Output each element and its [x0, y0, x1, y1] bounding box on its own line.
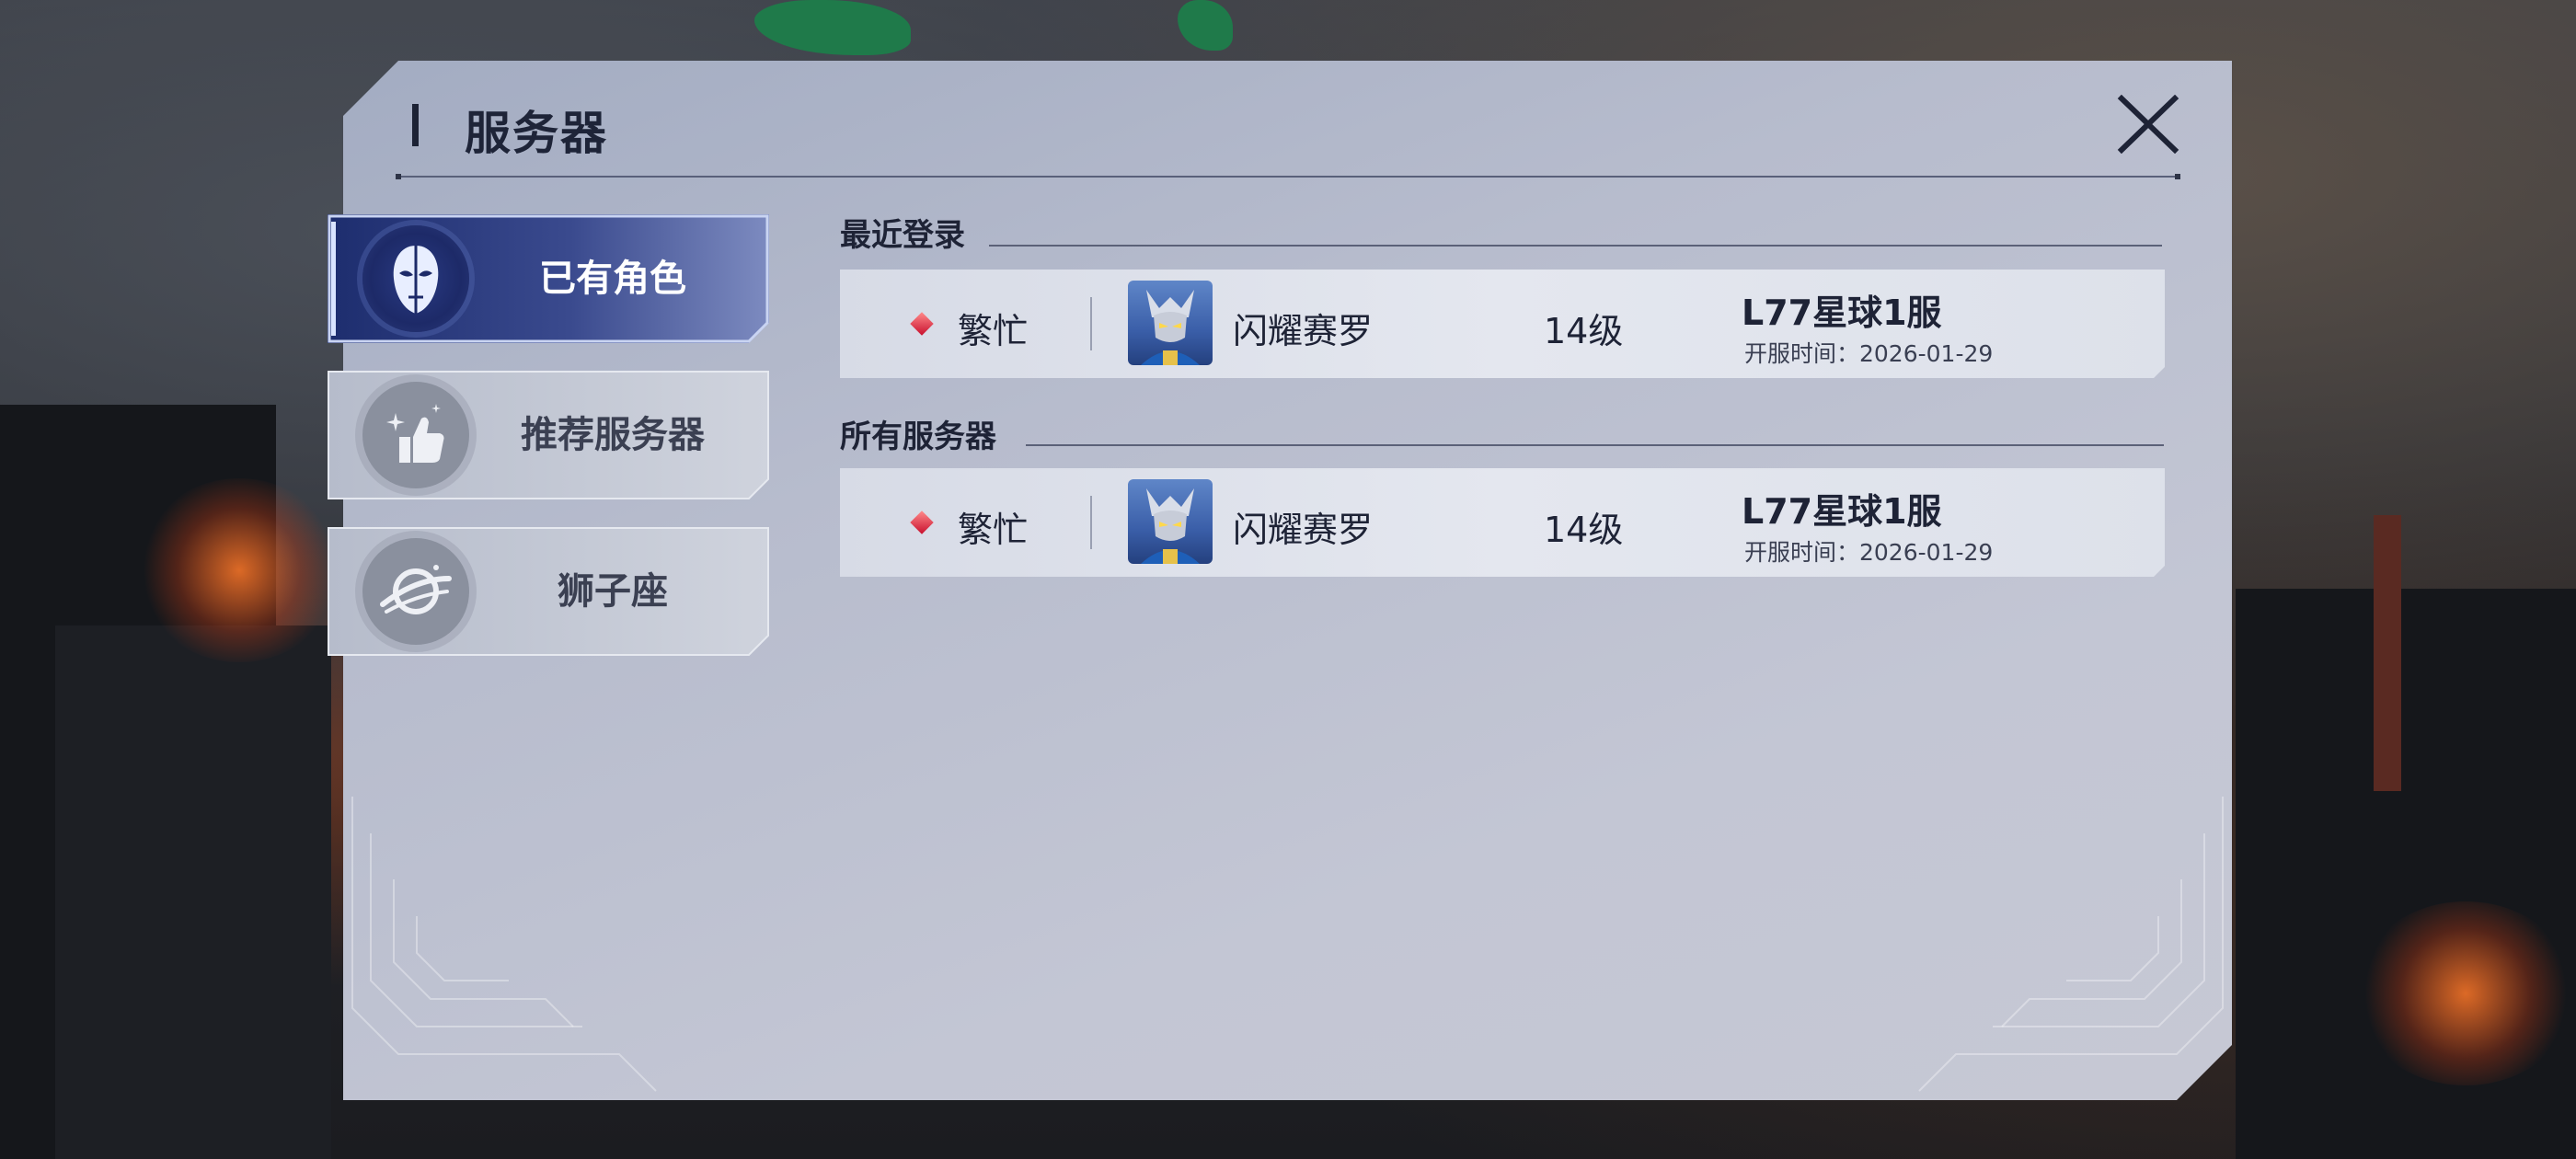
sidebar-item-label: 推荐服务器	[521, 414, 705, 456]
character-avatar	[1128, 479, 1213, 564]
circuit-decoration-left	[343, 778, 730, 1100]
server-row[interactable]: 繁忙 闪耀赛罗 14级 L77星球1服 开服时间：2026-01-29	[840, 270, 2165, 378]
building	[2236, 589, 2576, 1159]
close-icon	[2117, 94, 2179, 155]
building	[55, 625, 331, 1159]
server-row[interactable]: 繁忙 闪耀赛罗 14级 L77星球1服 开服时间：2026-01-29	[840, 468, 2165, 577]
server-status: 繁忙	[958, 311, 1029, 351]
server-status: 繁忙	[958, 510, 1029, 550]
sidebar-item-recommended-servers[interactable]: 推荐服务器	[328, 371, 769, 499]
title-divider	[396, 174, 2180, 179]
row-divider	[1090, 297, 1092, 350]
character-level: 14级	[1544, 311, 1624, 351]
server-open-time: 开服时间：2026-01-29	[1744, 539, 1994, 566]
dialog-title: 服务器	[465, 107, 608, 160]
section-divider	[1026, 444, 2164, 446]
thumbs-up-sparkle-icon	[362, 382, 469, 488]
tower	[2374, 515, 2401, 791]
character-level: 14级	[1544, 510, 1624, 550]
active-indicator	[331, 222, 336, 336]
title-accent-bar	[412, 104, 419, 146]
character-name: 闪耀赛罗	[1233, 311, 1374, 351]
sidebar-item-existing-characters[interactable]: 已有角色	[328, 214, 769, 343]
character-name: 闪耀赛罗	[1233, 510, 1374, 550]
sidebar-item-label: 已有角色	[539, 258, 686, 300]
row-divider	[1090, 496, 1092, 549]
sidebar-item-leo[interactable]: 狮子座	[328, 527, 769, 656]
section-title-recent: 最近登录	[840, 217, 965, 254]
section-title-all: 所有服务器	[840, 419, 996, 455]
status-busy-icon	[910, 312, 933, 335]
server-name: L77星球1服	[1742, 491, 1942, 532]
fire-glow	[138, 478, 340, 662]
monster-silhouette	[1178, 0, 1233, 51]
status-busy-icon	[910, 511, 933, 534]
fire-glow	[2355, 901, 2576, 1085]
planet-icon	[362, 538, 469, 645]
server-open-time: 开服时间：2026-01-29	[1744, 340, 1994, 367]
monster-silhouette	[754, 0, 911, 55]
sidebar-item-label: 狮子座	[558, 570, 668, 613]
circuit-decoration-right	[1846, 778, 2232, 1100]
server-name: L77星球1服	[1742, 293, 1942, 333]
character-avatar	[1128, 281, 1213, 365]
ultraman-mask-icon	[362, 225, 469, 332]
section-divider	[989, 245, 2162, 247]
close-button[interactable]	[2116, 94, 2180, 155]
